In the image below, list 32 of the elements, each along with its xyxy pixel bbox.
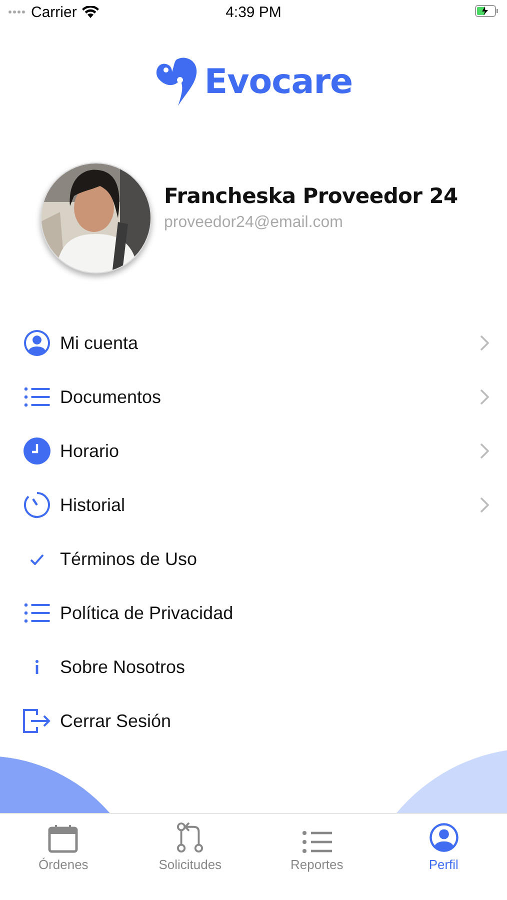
logout-icon xyxy=(23,709,51,733)
profile-email: proveedor24@email.com xyxy=(164,214,344,232)
carrier-name: Carrier xyxy=(31,4,77,20)
tab[interactable]: Órdenes xyxy=(0,822,127,872)
person-icon xyxy=(23,329,51,357)
menu-item[interactable]: Política de Privacidad xyxy=(0,586,507,640)
timer-icon xyxy=(23,491,51,519)
calendar-icon xyxy=(48,825,78,853)
list-icon xyxy=(302,831,332,853)
menu-item[interactable]: Historial xyxy=(0,478,507,532)
menu-item[interactable]: Documentos xyxy=(0,370,507,424)
info-icon xyxy=(35,660,39,674)
person-icon xyxy=(428,822,460,853)
menu-item[interactable]: Términos de Uso xyxy=(0,532,507,586)
menu-item[interactable]: Cerrar Sesión xyxy=(0,694,507,748)
battery-icon xyxy=(475,4,499,16)
menu-item[interactable]: Horario xyxy=(0,424,507,478)
merge-icon xyxy=(176,822,204,853)
list-icon xyxy=(24,603,50,623)
wifi-icon xyxy=(82,6,99,18)
tab[interactable]: Reportes xyxy=(254,822,380,872)
checkmark-icon xyxy=(30,554,44,564)
list-icon xyxy=(24,387,50,407)
signal-icon xyxy=(8,10,26,14)
tab[interactable]: Perfil xyxy=(380,822,507,872)
menu-item[interactable]: Mi cuenta xyxy=(0,316,507,370)
logo-text: Evocare xyxy=(204,62,353,102)
tab[interactable]: Solicitudes xyxy=(126,822,254,872)
profile-name: Francheska Proveedor 24 xyxy=(164,184,458,208)
menu-item[interactable]: Sobre Nosotros xyxy=(0,640,507,694)
clock-icon xyxy=(23,437,51,465)
status-time: 4:39 PM xyxy=(226,4,282,20)
